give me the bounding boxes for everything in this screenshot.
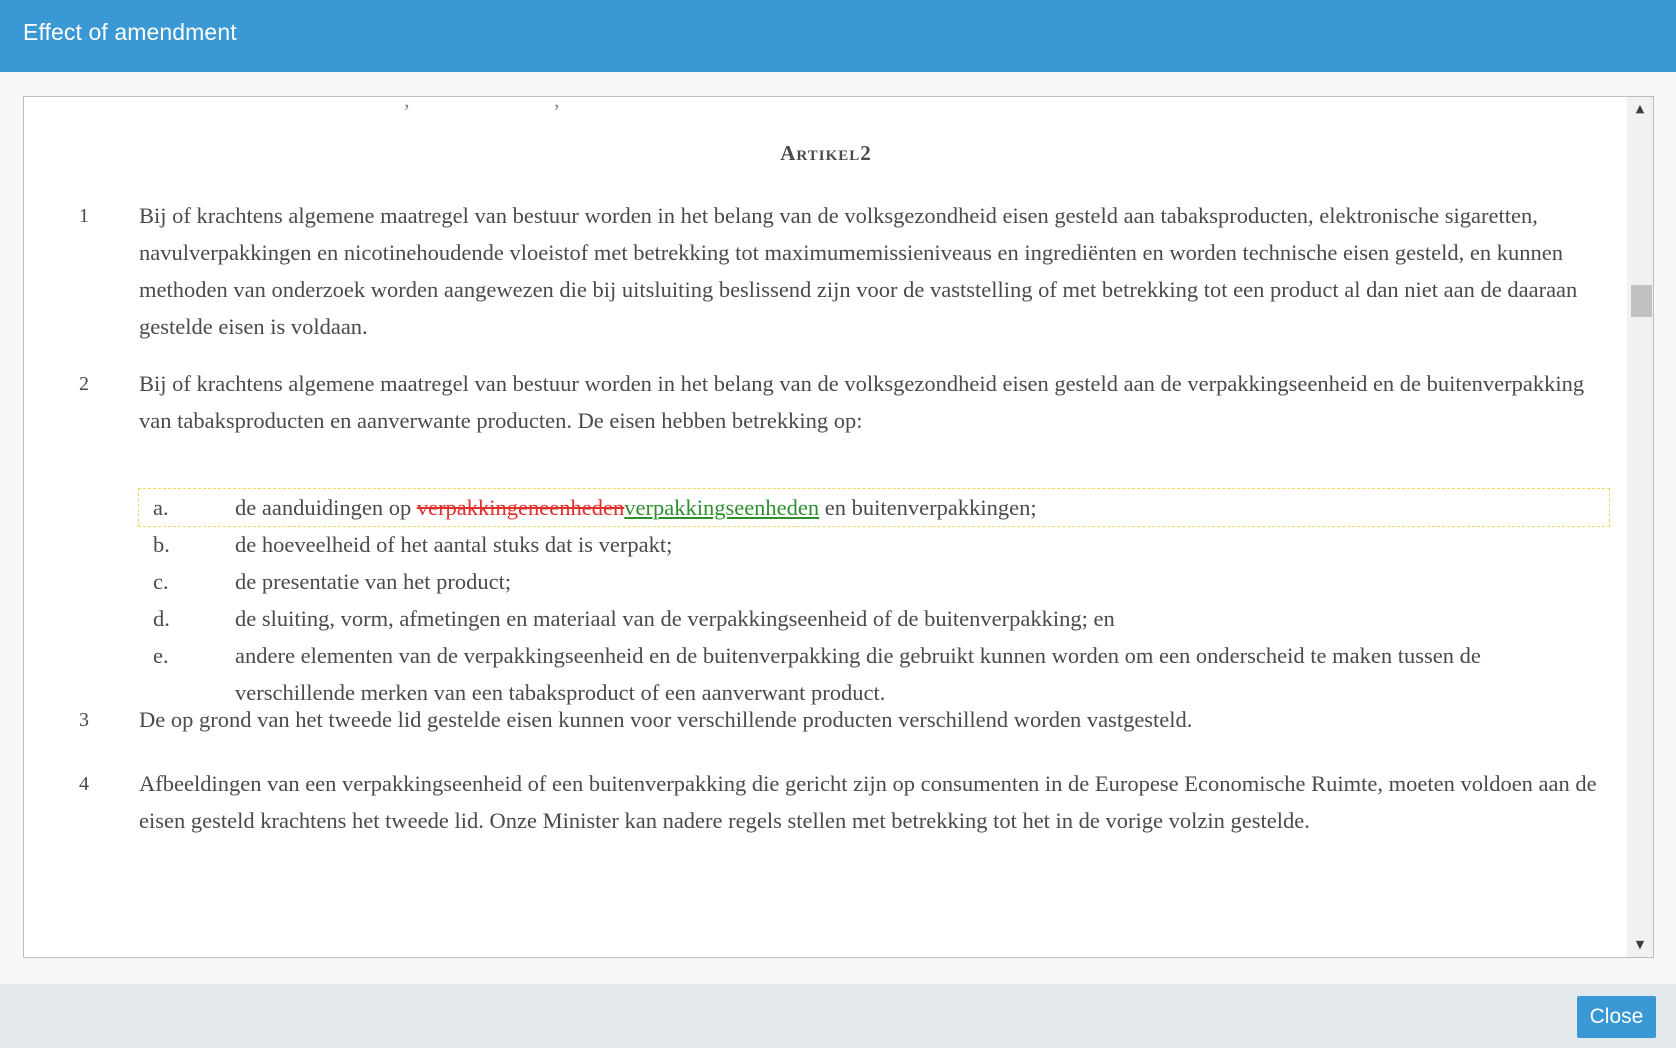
list-item-text: de presentatie van het product; — [235, 569, 512, 594]
member-number: 2 — [79, 373, 89, 395]
document-viewer[interactable]: , , Artikel2 1 Bij of krachtens algemene… — [23, 96, 1654, 958]
list-item-text: andere elementen van de verpakkingseenhe… — [235, 643, 1481, 705]
inserted-text: verpakkingseenheden — [624, 495, 820, 520]
list-item-text: de sluiting, vorm, afmetingen en materia… — [235, 606, 1115, 631]
scrollbar-thumb[interactable] — [1631, 285, 1652, 317]
list-item-label: c. — [153, 569, 169, 594]
list-item-label: e. — [153, 643, 169, 668]
list-item: d. de sluiting, vorm, afmetingen en mate… — [139, 600, 1609, 637]
article-heading: Artikel2 — [780, 141, 872, 165]
vertical-scrollbar[interactable]: ▲ ▼ — [1627, 97, 1653, 957]
text-unchanged-prefix: de aanduidingen op — [235, 495, 417, 520]
triangle-up-icon[interactable]: ▲ — [1627, 97, 1653, 121]
list-item-label: d. — [153, 606, 170, 631]
member-text: Bij of krachtens algemene maatregel van … — [139, 203, 1578, 339]
list-item: b. de hoeveelheid of het aantal stuks da… — [139, 526, 1609, 563]
list-item-text: de aanduidingen op verpakkingeneenhedenv… — [235, 489, 1605, 526]
member-number: 4 — [79, 773, 89, 795]
document-content: , , Artikel2 1 Bij of krachtens algemene… — [24, 97, 1628, 957]
member-text: Afbeeldingen van een verpakkingseenheid … — [139, 771, 1597, 833]
member-text: De op grond van het tweede lid gestelde … — [139, 707, 1193, 732]
deleted-text: verpakkingeneenheden — [416, 495, 625, 520]
clipped-text-fragment: , , — [404, 96, 560, 112]
list-item-label: a. — [153, 495, 169, 520]
text-unchanged-suffix: en buitenverpakkingen; — [819, 495, 1037, 520]
list-item-amended: a. de aanduidingen op verpakkingeneenhed… — [138, 488, 1610, 527]
member-text: Bij of krachtens algemene maatregel van … — [139, 371, 1585, 433]
dialog-footer: Close — [0, 984, 1676, 1048]
close-button[interactable]: Close — [1577, 996, 1656, 1038]
member-number: 1 — [79, 205, 89, 227]
list-item-label: b. — [153, 532, 170, 557]
triangle-down-icon[interactable]: ▼ — [1627, 933, 1653, 957]
list-item: e. andere elementen van de verpakkingsee… — [139, 637, 1609, 711]
member-number: 3 — [79, 709, 89, 731]
dialog-header: Effect of amendment — [0, 0, 1676, 72]
member-2-list: a. de aanduidingen op verpakkingeneenhed… — [138, 488, 1610, 711]
list-item: c. de presentatie van het product; — [139, 563, 1609, 600]
dialog-title: Effect of amendment — [23, 19, 237, 45]
list-item-text: de hoeveelheid of het aantal stuks dat i… — [235, 532, 673, 557]
